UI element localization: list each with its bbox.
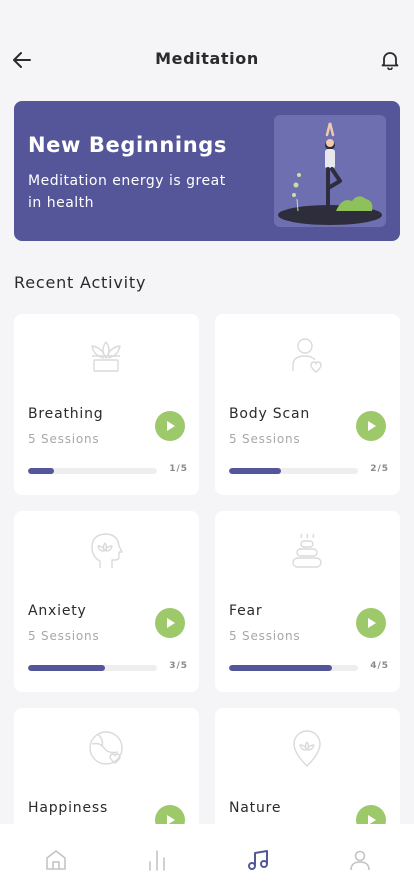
activity-name: Fear	[229, 603, 263, 619]
progress-count: 4/5	[370, 661, 389, 671]
lotus-icon	[91, 341, 121, 372]
activity-card-anxiety[interactable]: Anxiety 5 Sessions 3/5	[14, 511, 199, 692]
progress-count: 3/5	[169, 661, 188, 671]
play-button[interactable]	[155, 608, 185, 638]
head-lotus-icon	[91, 533, 123, 568]
page-title: Meditation	[155, 49, 259, 68]
activity-sessions: 5 Sessions	[28, 432, 100, 446]
activity-sessions: 5 Sessions	[229, 629, 301, 643]
play-button[interactable]	[356, 411, 386, 441]
progress-fill	[28, 665, 106, 671]
globe-heart-icon	[89, 731, 123, 765]
bell-icon	[381, 52, 399, 70]
progress-count: 1/5	[169, 464, 188, 474]
location-lotus-icon	[293, 730, 321, 767]
progress-fill	[229, 468, 281, 474]
activity-name: Body Scan	[229, 406, 311, 422]
progress-fill	[28, 468, 54, 474]
play-icon	[167, 618, 175, 628]
header: Meditation	[0, 0, 414, 100]
yoga-illustration	[274, 115, 386, 227]
activity-name: Anxiety	[28, 603, 87, 619]
play-icon	[368, 421, 376, 431]
activity-card-body-scan[interactable]: Body Scan 5 Sessions 2/5	[215, 314, 400, 495]
progress-bar	[28, 665, 157, 671]
tab-stats[interactable]	[145, 846, 169, 874]
user-icon	[350, 850, 370, 871]
tab-music[interactable]	[246, 846, 270, 874]
banner-subtitle: Meditation energy is great in health	[28, 173, 226, 211]
activity-card-breathing[interactable]: Breathing 5 Sessions 1/5	[14, 314, 199, 495]
play-button[interactable]	[155, 411, 185, 441]
notifications-button[interactable]	[378, 48, 402, 72]
activity-name: Breathing	[28, 406, 104, 422]
body-scan-icon	[292, 338, 322, 373]
progress-bar	[28, 468, 157, 474]
progress-bar	[229, 468, 358, 474]
banner-title: New Beginnings	[28, 133, 227, 157]
bar-chart-icon	[149, 850, 165, 871]
progress-fill	[229, 665, 333, 671]
music-note-icon	[248, 850, 268, 870]
activity-sessions: 5 Sessions	[229, 432, 301, 446]
section-title: Recent Activity	[14, 273, 147, 292]
activity-name: Nature	[229, 800, 282, 816]
featured-banner[interactable]: New Beginnings Meditation energy is grea…	[14, 101, 400, 241]
progress-count: 2/5	[370, 464, 389, 474]
progress-bar	[229, 665, 358, 671]
activity-card-fear[interactable]: Fear 5 Sessions 4/5	[215, 511, 400, 692]
play-icon	[167, 421, 175, 431]
activity-sessions: 5 Sessions	[28, 629, 100, 643]
home-icon	[46, 850, 66, 870]
play-icon	[368, 618, 376, 628]
activity-name: Happiness	[28, 800, 109, 816]
play-button[interactable]	[356, 608, 386, 638]
stacked-stones-icon	[292, 533, 322, 568]
tab-home[interactable]	[44, 846, 68, 874]
tab-profile[interactable]	[348, 846, 372, 874]
bottom-tab-bar	[0, 824, 414, 896]
